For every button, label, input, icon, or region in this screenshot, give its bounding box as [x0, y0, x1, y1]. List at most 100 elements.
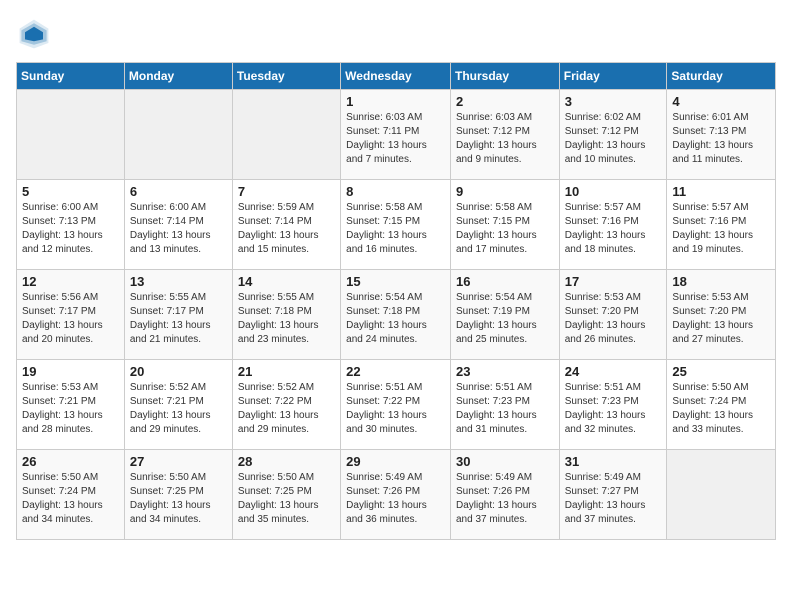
day-info: Sunrise: 5:57 AM Sunset: 7:16 PM Dayligh…	[672, 201, 770, 257]
day-info: Sunrise: 6:02 AM Sunset: 7:12 PM Dayligh…	[565, 111, 662, 167]
day-info: Sunrise: 5:56 AM Sunset: 7:17 PM Dayligh…	[22, 291, 119, 347]
day-info: Sunrise: 5:51 AM Sunset: 7:23 PM Dayligh…	[456, 381, 554, 437]
weekday-header-monday: Monday	[124, 63, 232, 90]
day-info: Sunrise: 5:58 AM Sunset: 7:15 PM Dayligh…	[346, 201, 445, 257]
day-number: 4	[672, 94, 770, 109]
day-info: Sunrise: 6:03 AM Sunset: 7:12 PM Dayligh…	[456, 111, 554, 167]
calendar-cell	[667, 450, 776, 540]
day-number: 1	[346, 94, 445, 109]
day-info: Sunrise: 5:50 AM Sunset: 7:25 PM Dayligh…	[130, 471, 227, 527]
day-info: Sunrise: 5:50 AM Sunset: 7:24 PM Dayligh…	[672, 381, 770, 437]
calendar-cell: 28 Sunrise: 5:50 AM Sunset: 7:25 PM Dayli…	[232, 450, 340, 540]
calendar-cell: 31 Sunrise: 5:49 AM Sunset: 7:27 PM Dayli…	[559, 450, 667, 540]
day-number: 27	[130, 454, 227, 469]
calendar-cell: 14 Sunrise: 5:55 AM Sunset: 7:18 PM Dayli…	[232, 270, 340, 360]
calendar-cell: 19 Sunrise: 5:53 AM Sunset: 7:21 PM Dayli…	[17, 360, 125, 450]
calendar-cell: 7 Sunrise: 5:59 AM Sunset: 7:14 PM Daylig…	[232, 180, 340, 270]
day-number: 23	[456, 364, 554, 379]
calendar-cell	[232, 90, 340, 180]
calendar-cell: 4Sunrise: 6:01 AM Sunset: 7:13 PM Daylig…	[667, 90, 776, 180]
calendar-cell: 24 Sunrise: 5:51 AM Sunset: 7:23 PM Dayli…	[559, 360, 667, 450]
calendar-cell: 6Sunrise: 6:00 AM Sunset: 7:14 PM Daylig…	[124, 180, 232, 270]
calendar-cell	[124, 90, 232, 180]
day-number: 22	[346, 364, 445, 379]
calendar-cell: 13 Sunrise: 5:55 AM Sunset: 7:17 PM Dayli…	[124, 270, 232, 360]
day-number: 24	[565, 364, 662, 379]
calendar-cell: 15Sunrise: 5:54 AM Sunset: 7:18 PM Dayli…	[341, 270, 451, 360]
logo	[16, 16, 58, 52]
day-number: 10	[565, 184, 662, 199]
calendar-cell	[17, 90, 125, 180]
day-number: 16	[456, 274, 554, 289]
day-number: 12	[22, 274, 119, 289]
day-info: Sunrise: 5:52 AM Sunset: 7:22 PM Dayligh…	[238, 381, 335, 437]
day-number: 19	[22, 364, 119, 379]
calendar-week-2: 5Sunrise: 6:00 AM Sunset: 7:13 PM Daylig…	[17, 180, 776, 270]
day-info: Sunrise: 5:49 AM Sunset: 7:26 PM Dayligh…	[346, 471, 445, 527]
day-info: Sunrise: 5:51 AM Sunset: 7:22 PM Dayligh…	[346, 381, 445, 437]
weekday-header-friday: Friday	[559, 63, 667, 90]
calendar-cell: 23 Sunrise: 5:51 AM Sunset: 7:23 PM Dayli…	[450, 360, 559, 450]
day-info: Sunrise: 5:53 AM Sunset: 7:20 PM Dayligh…	[672, 291, 770, 347]
day-info: Sunrise: 6:00 AM Sunset: 7:13 PM Dayligh…	[22, 201, 119, 257]
calendar-cell: 9Sunrise: 5:58 AM Sunset: 7:15 PM Daylig…	[450, 180, 559, 270]
calendar-cell: 5Sunrise: 6:00 AM Sunset: 7:13 PM Daylig…	[17, 180, 125, 270]
day-number: 3	[565, 94, 662, 109]
day-info: Sunrise: 5:59 AM Sunset: 7:14 PM Dayligh…	[238, 201, 335, 257]
calendar-cell: 25 Sunrise: 5:50 AM Sunset: 7:24 PM Dayli…	[667, 360, 776, 450]
calendar-cell: 12 Sunrise: 5:56 AM Sunset: 7:17 PM Dayli…	[17, 270, 125, 360]
calendar-cell: 1 Sunrise: 6:03 AM Sunset: 7:11 PM Daylig…	[341, 90, 451, 180]
weekday-header-saturday: Saturday	[667, 63, 776, 90]
day-number: 6	[130, 184, 227, 199]
calendar-cell: 17 Sunrise: 5:53 AM Sunset: 7:20 PM Dayli…	[559, 270, 667, 360]
day-number: 25	[672, 364, 770, 379]
day-number: 17	[565, 274, 662, 289]
day-number: 2	[456, 94, 554, 109]
day-info: Sunrise: 5:50 AM Sunset: 7:25 PM Dayligh…	[238, 471, 335, 527]
calendar-cell: 3 Sunrise: 6:02 AM Sunset: 7:12 PM Daylig…	[559, 90, 667, 180]
day-number: 14	[238, 274, 335, 289]
calendar-week-5: 26 Sunrise: 5:50 AM Sunset: 7:24 PM Dayli…	[17, 450, 776, 540]
day-info: Sunrise: 5:52 AM Sunset: 7:21 PM Dayligh…	[130, 381, 227, 437]
calendar-cell: 11 Sunrise: 5:57 AM Sunset: 7:16 PM Dayli…	[667, 180, 776, 270]
day-info: Sunrise: 5:58 AM Sunset: 7:15 PM Dayligh…	[456, 201, 554, 257]
page-header	[16, 16, 776, 52]
calendar-cell: 22 Sunrise: 5:51 AM Sunset: 7:22 PM Dayli…	[341, 360, 451, 450]
calendar-cell: 16 Sunrise: 5:54 AM Sunset: 7:19 PM Dayli…	[450, 270, 559, 360]
calendar-cell: 30Sunrise: 5:49 AM Sunset: 7:26 PM Dayli…	[450, 450, 559, 540]
day-info: Sunrise: 5:53 AM Sunset: 7:20 PM Dayligh…	[565, 291, 662, 347]
weekday-header-wednesday: Wednesday	[341, 63, 451, 90]
calendar-cell: 8 Sunrise: 5:58 AM Sunset: 7:15 PM Daylig…	[341, 180, 451, 270]
day-info: Sunrise: 5:55 AM Sunset: 7:18 PM Dayligh…	[238, 291, 335, 347]
day-number: 13	[130, 274, 227, 289]
day-info: Sunrise: 5:49 AM Sunset: 7:26 PM Dayligh…	[456, 471, 554, 527]
day-info: Sunrise: 5:51 AM Sunset: 7:23 PM Dayligh…	[565, 381, 662, 437]
day-info: Sunrise: 5:54 AM Sunset: 7:18 PM Dayligh…	[346, 291, 445, 347]
calendar-cell: 21Sunrise: 5:52 AM Sunset: 7:22 PM Dayli…	[232, 360, 340, 450]
day-info: Sunrise: 5:57 AM Sunset: 7:16 PM Dayligh…	[565, 201, 662, 257]
day-number: 11	[672, 184, 770, 199]
calendar-week-1: 1 Sunrise: 6:03 AM Sunset: 7:11 PM Daylig…	[17, 90, 776, 180]
calendar-cell: 2 Sunrise: 6:03 AM Sunset: 7:12 PM Daylig…	[450, 90, 559, 180]
day-number: 28	[238, 454, 335, 469]
calendar-table: SundayMondayTuesdayWednesdayThursdayFrid…	[16, 62, 776, 540]
calendar-cell: 20Sunrise: 5:52 AM Sunset: 7:21 PM Dayli…	[124, 360, 232, 450]
day-info: Sunrise: 5:54 AM Sunset: 7:19 PM Dayligh…	[456, 291, 554, 347]
calendar-week-4: 19 Sunrise: 5:53 AM Sunset: 7:21 PM Dayli…	[17, 360, 776, 450]
day-info: Sunrise: 5:49 AM Sunset: 7:27 PM Dayligh…	[565, 471, 662, 527]
day-number: 8	[346, 184, 445, 199]
day-info: Sunrise: 5:55 AM Sunset: 7:17 PM Dayligh…	[130, 291, 227, 347]
day-number: 26	[22, 454, 119, 469]
weekday-header-tuesday: Tuesday	[232, 63, 340, 90]
calendar-cell: 18Sunrise: 5:53 AM Sunset: 7:20 PM Dayli…	[667, 270, 776, 360]
day-number: 29	[346, 454, 445, 469]
day-number: 7	[238, 184, 335, 199]
day-number: 31	[565, 454, 662, 469]
logo-icon	[16, 16, 52, 52]
day-info: Sunrise: 6:03 AM Sunset: 7:11 PM Dayligh…	[346, 111, 445, 167]
weekday-header-thursday: Thursday	[450, 63, 559, 90]
day-info: Sunrise: 5:53 AM Sunset: 7:21 PM Dayligh…	[22, 381, 119, 437]
weekday-header-sunday: Sunday	[17, 63, 125, 90]
calendar-week-3: 12 Sunrise: 5:56 AM Sunset: 7:17 PM Dayli…	[17, 270, 776, 360]
day-info: Sunrise: 5:50 AM Sunset: 7:24 PM Dayligh…	[22, 471, 119, 527]
